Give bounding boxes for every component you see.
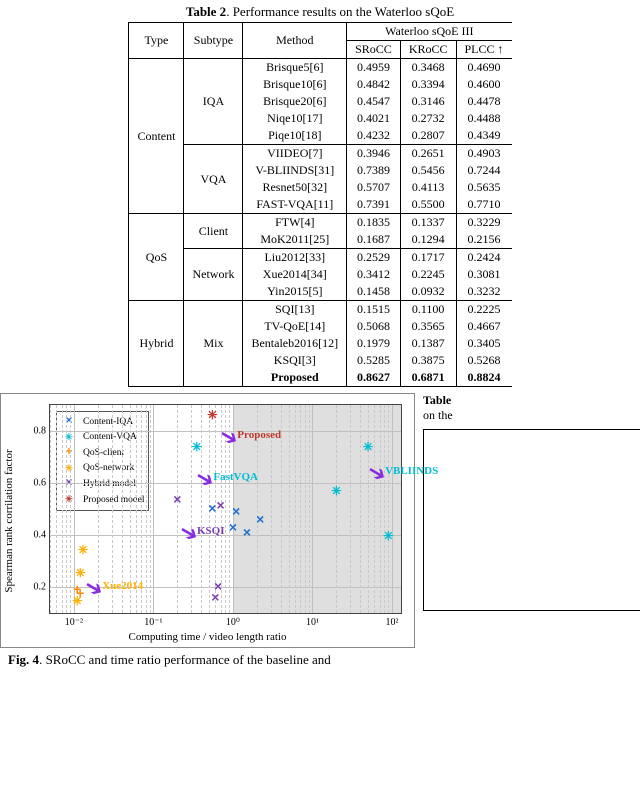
plot-area: ×Content-IQA✳Content-VQA+QoS-client✳QoS-… <box>49 404 402 614</box>
table3-caption-fragment: Table on the <box>423 393 640 423</box>
figure4-chart: Spearman rank corrilation factor ×Conten… <box>0 393 415 648</box>
y-axis-label: Spearman rank corrilation factor <box>3 449 15 592</box>
table2-caption: Table 2. Performance results on the Wate… <box>0 4 640 20</box>
x-axis-label: Computing time / video length ratio <box>1 631 414 643</box>
table2: TypeSubtypeMethodWaterloo sQoE IIISRoCCK… <box>128 22 511 387</box>
figure4-caption: Fig. 4. SRoCC and time ratio performance… <box>8 652 407 668</box>
table3-fragment <box>423 429 640 611</box>
